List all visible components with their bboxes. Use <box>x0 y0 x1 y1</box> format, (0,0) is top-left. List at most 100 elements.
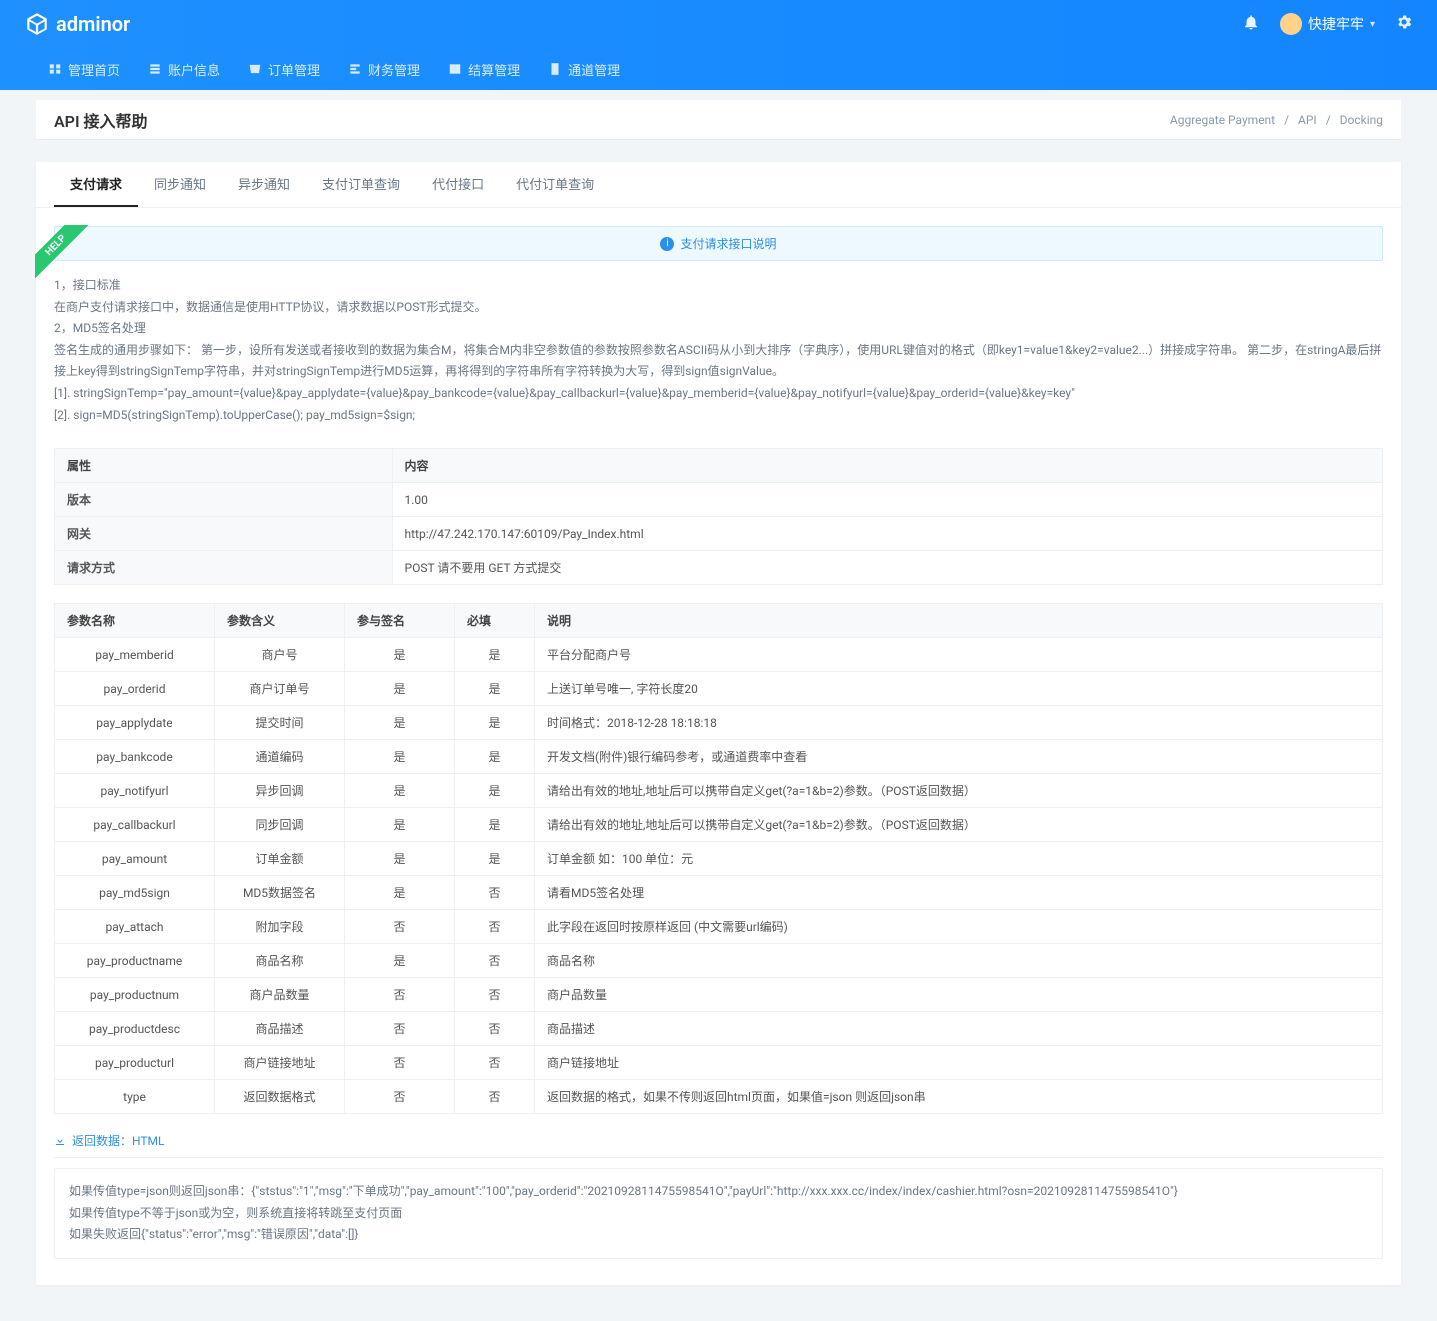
cell: 否 <box>455 944 535 978</box>
cell: type <box>55 1080 215 1114</box>
tab-1[interactable]: 同步通知 <box>138 162 222 207</box>
tab-5[interactable]: 代付订单查询 <box>500 162 610 207</box>
th-attr: 属性 <box>55 449 393 483</box>
tabs: 支付请求同步通知异步通知支付订单查询代付接口代付订单查询 <box>36 162 1401 208</box>
attr-table: 属性 内容 版本1.00网关http://47.242.170.147:6010… <box>54 448 1383 585</box>
cell: 请看MD5签名处理 <box>535 876 1383 910</box>
return-title-text: 返回数据：HTML <box>72 1132 165 1149</box>
cell: 否 <box>455 876 535 910</box>
cell: 商品名称 <box>535 944 1383 978</box>
page-head: API 接入帮助 Aggregate Payment / API / Docki… <box>36 100 1401 140</box>
cell: 商户链接地址 <box>215 1046 345 1080</box>
cell: 通道编码 <box>215 740 345 774</box>
cell: 是 <box>345 842 455 876</box>
th: 说明 <box>535 604 1383 638</box>
nav-label: 订单管理 <box>268 60 320 79</box>
return-line: 如果传值type=json则返回json串：{"ststus":"1","msg… <box>69 1181 1368 1203</box>
tab-4[interactable]: 代付接口 <box>416 162 500 207</box>
attr-name: 网关 <box>55 517 393 551</box>
th-value: 内容 <box>392 449 1382 483</box>
attr-value: POST 请不要用 GET 方式提交 <box>392 551 1382 585</box>
cell: 否 <box>455 1046 535 1080</box>
table-row: pay_productname商品名称是否商品名称 <box>55 944 1383 978</box>
cell: 是 <box>345 876 455 910</box>
cell: 提交时间 <box>215 706 345 740</box>
nav-finance[interactable]: 财务管理 <box>348 60 420 79</box>
cell: 请给出有效的地址,地址后可以携带自定义get(?a=1&b=2)参数。（POST… <box>535 774 1383 808</box>
cell: 商户品数量 <box>535 978 1383 1012</box>
table-row: type返回数据格式否否返回数据的格式，如果不传则返回html页面，如果值=js… <box>55 1080 1383 1114</box>
nav-label: 管理首页 <box>68 60 120 79</box>
nav-label: 通道管理 <box>568 60 620 79</box>
return-title: 返回数据：HTML <box>54 1132 1383 1158</box>
crumb-b[interactable]: API <box>1298 113 1317 127</box>
help-ribbon: HELP <box>35 225 89 279</box>
user-menu[interactable]: 快捷牢牢 ▾ <box>1280 13 1375 35</box>
table-row: pay_amount订单金额是是订单金额 如：100 单位：元 <box>55 842 1383 876</box>
cell: 商户链接地址 <box>535 1046 1383 1080</box>
cell: 商户品数量 <box>215 978 345 1012</box>
cell: 是 <box>345 808 455 842</box>
help-line: 在商户支付请求接口中，数据通信是使用HTTP协议，请求数据以POST形式提交。 <box>54 297 1383 319</box>
cell: pay_callbackurl <box>55 808 215 842</box>
th: 必填 <box>455 604 535 638</box>
nav-home[interactable]: 管理首页 <box>48 60 120 79</box>
help-text: 1，接口标准在商户支付请求接口中，数据通信是使用HTTP协议，请求数据以POST… <box>54 275 1383 426</box>
cell: 是 <box>455 638 535 672</box>
cell: 同步回调 <box>215 808 345 842</box>
table-row: pay_orderid商户订单号是是上送订单号唯一, 字符长度20 <box>55 672 1383 706</box>
cell: 此字段在返回时按原样返回 (中文需要url编码) <box>535 910 1383 944</box>
crumb-a[interactable]: Aggregate Payment <box>1170 113 1275 127</box>
help-line: [2]. sign=MD5(stringSignTemp).toUpperCas… <box>54 405 1383 427</box>
brand[interactable]: adminor <box>24 11 130 37</box>
info-banner: i 支付请求接口说明 <box>54 226 1383 261</box>
crumb-c: Docking <box>1340 113 1383 127</box>
cell: 商户号 <box>215 638 345 672</box>
bell-icon[interactable] <box>1242 13 1260 35</box>
attr-value: http://47.242.170.147:60109/Pay_Index.ht… <box>392 517 1382 551</box>
table-row: 请求方式POST 请不要用 GET 方式提交 <box>55 551 1383 585</box>
cell: 否 <box>455 910 535 944</box>
tab-2[interactable]: 异步通知 <box>222 162 306 207</box>
cell: pay_producturl <box>55 1046 215 1080</box>
cell: 商户订单号 <box>215 672 345 706</box>
param-table: 参数名称参数含义参与签名必填说明 pay_memberid商户号是是平台分配商户… <box>54 603 1383 1114</box>
tab-0[interactable]: 支付请求 <box>54 162 138 207</box>
cell: pay_bankcode <box>55 740 215 774</box>
cell: 是 <box>455 842 535 876</box>
th: 参数名称 <box>55 604 215 638</box>
cell: 是 <box>345 944 455 978</box>
cell: 平台分配商户号 <box>535 638 1383 672</box>
cell: MD5数据签名 <box>215 876 345 910</box>
table-row: 版本1.00 <box>55 483 1383 517</box>
banner-text: 支付请求接口说明 <box>680 235 776 252</box>
cell: 返回数据格式 <box>215 1080 345 1114</box>
breadcrumb: Aggregate Payment / API / Docking <box>1170 113 1383 127</box>
nav-orders[interactable]: 订单管理 <box>248 60 320 79</box>
attr-value: 1.00 <box>392 483 1382 517</box>
cell: 否 <box>345 1080 455 1114</box>
nav-label: 账户信息 <box>168 60 220 79</box>
cell: 否 <box>345 1012 455 1046</box>
nav-channel[interactable]: 通道管理 <box>548 60 620 79</box>
cell: pay_applydate <box>55 706 215 740</box>
cell: pay_amount <box>55 842 215 876</box>
cell: 商品名称 <box>215 944 345 978</box>
cell: 否 <box>455 1080 535 1114</box>
nav-settlement[interactable]: 结算管理 <box>448 60 520 79</box>
avatar <box>1280 13 1302 35</box>
gear-icon[interactable] <box>1395 13 1413 35</box>
cell: 附加字段 <box>215 910 345 944</box>
tab-3[interactable]: 支付订单查询 <box>306 162 416 207</box>
content-card: 支付请求同步通知异步通知支付订单查询代付接口代付订单查询 HELP i 支付请求… <box>36 162 1401 1285</box>
cell: pay_notifyurl <box>55 774 215 808</box>
cell: 上送订单号唯一, 字符长度20 <box>535 672 1383 706</box>
cell: pay_attach <box>55 910 215 944</box>
nav-account[interactable]: 账户信息 <box>148 60 220 79</box>
attr-name: 请求方式 <box>55 551 393 585</box>
cell: 商品描述 <box>535 1012 1383 1046</box>
return-line: 如果失败返回{"status":"error","msg":"错误原因","da… <box>69 1224 1368 1246</box>
main-nav: 管理首页 账户信息 订单管理 财务管理 结算管理 通道管理 <box>0 48 1437 90</box>
cell: 时间格式：2018-12-28 18:18:18 <box>535 706 1383 740</box>
cell: 商品描述 <box>215 1012 345 1046</box>
